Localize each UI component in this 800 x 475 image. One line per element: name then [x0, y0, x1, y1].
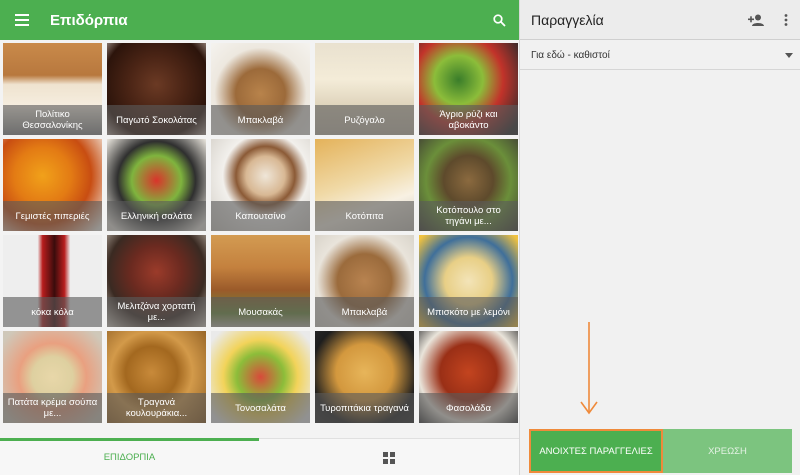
- product-tile[interactable]: Πατάτα κρέμα σούπα με...: [3, 331, 102, 423]
- product-label: Μπακλαβά: [315, 297, 414, 327]
- search-button[interactable]: [479, 0, 519, 40]
- product-label: Μπακλαβά: [211, 105, 310, 135]
- open-orders-button[interactable]: ΑΝΟΙΧΤΕΣ ΠΑΡΑΓΓΕΛΙΕΣ: [529, 429, 663, 473]
- order-type-value: Για εδώ - καθιστοί: [531, 50, 610, 61]
- product-label: Μελιτζάνα χορτατή με...: [107, 297, 206, 327]
- search-icon: [492, 13, 506, 27]
- order-type-select[interactable]: Για εδώ - καθιστοί: [520, 42, 800, 70]
- product-tile[interactable]: Άγριο ρύζι και αβοκάντο: [419, 43, 518, 135]
- product-label: Μουσακάς: [211, 297, 310, 327]
- product-label: Τυροπιτάκια τραγανά: [315, 393, 414, 423]
- menu-button[interactable]: [0, 0, 44, 40]
- product-label: Κοτόπιτα: [315, 201, 414, 231]
- add-customer-button[interactable]: [741, 0, 771, 40]
- product-tile[interactable]: κόκα κόλα: [3, 235, 102, 327]
- more-options-button[interactable]: [771, 0, 800, 40]
- product-label: Ρυζόγαλο: [315, 105, 414, 135]
- product-tile[interactable]: Ελληνική σαλάτα: [107, 139, 206, 231]
- charge-button[interactable]: ΧΡΕΩΣΗ: [663, 429, 792, 473]
- add-person-icon: [748, 14, 764, 26]
- category-title: Επιδόρπια: [50, 11, 128, 29]
- app-bar: Επιδόρπια: [0, 0, 519, 40]
- product-tile[interactable]: Μπακλαβά: [211, 43, 310, 135]
- product-label: Κοτόπουλο στο τηγάνι με...: [419, 201, 518, 231]
- order-pane: Παραγγελία Για εδώ - καθιστοί ΑΝΟΙΧΤΕΣ Π…: [519, 0, 800, 475]
- product-tile[interactable]: Ρυζόγαλο: [315, 43, 414, 135]
- bottom-navigation: ΕΠΙΔΟΡΠΙΑ: [0, 438, 519, 475]
- product-label: Τονοσαλάτα: [211, 393, 310, 423]
- product-tile[interactable]: Καπουτσίνο: [211, 139, 310, 231]
- product-label: Γεμιστές πιπεριές: [3, 201, 102, 231]
- products-pane: Επιδόρπια Πολίτικο Θεσσαλονίκης Παγωτό Σο…: [0, 0, 519, 475]
- product-tile[interactable]: Κοτόπιτα: [315, 139, 414, 231]
- product-tile[interactable]: Μπακλαβά: [315, 235, 414, 327]
- product-label: Τραγανά κουλουράκια...: [107, 393, 206, 423]
- product-tile[interactable]: Πολίτικο Θεσσαλονίκης: [3, 43, 102, 135]
- product-label: Φασολάδα: [419, 393, 518, 423]
- product-label: Καπουτσίνο: [211, 201, 310, 231]
- order-title: Παραγγελία: [531, 11, 604, 28]
- product-label: Παγωτό Σοκολάτας: [107, 105, 206, 135]
- product-label: Ελληνική σαλάτα: [107, 201, 206, 231]
- more-vert-icon: [784, 13, 788, 26]
- product-tile[interactable]: Μουσακάς: [211, 235, 310, 327]
- dropdown-caret-icon: [785, 53, 793, 58]
- menu-icon: [15, 14, 29, 26]
- product-label: Μπισκότο με λεμόνι: [419, 297, 518, 327]
- product-label: Άγριο ρύζι και αβοκάντο: [419, 105, 518, 135]
- product-label: Πολίτικο Θεσσαλονίκης: [3, 105, 102, 135]
- grid-view-icon: [382, 451, 395, 464]
- tab-grid-view[interactable]: [259, 439, 518, 475]
- product-tile[interactable]: Γεμιστές πιπεριές: [3, 139, 102, 231]
- product-tile[interactable]: Μελιτζάνα χορτατή με...: [107, 235, 206, 327]
- product-tile[interactable]: Παγωτό Σοκολάτας: [107, 43, 206, 135]
- tab-desserts-label: ΕΠΙΔΟΡΠΙΑ: [103, 452, 156, 463]
- product-tile[interactable]: Τυροπιτάκια τραγανά: [315, 331, 414, 423]
- product-tile[interactable]: Φασολάδα: [419, 331, 518, 423]
- tab-desserts[interactable]: ΕΠΙΔΟΡΠΙΑ: [0, 438, 259, 475]
- product-tile[interactable]: Μπισκότο με λεμόνι: [419, 235, 518, 327]
- order-header: Παραγγελία: [520, 0, 800, 40]
- product-label: Πατάτα κρέμα σούπα με...: [3, 393, 102, 423]
- product-label: κόκα κόλα: [3, 297, 102, 327]
- product-tile[interactable]: Τονοσαλάτα: [211, 331, 310, 423]
- product-tile[interactable]: Κοτόπουλο στο τηγάνι με...: [419, 139, 518, 231]
- product-tile[interactable]: Τραγανά κουλουράκια...: [107, 331, 206, 423]
- product-grid: Πολίτικο Θεσσαλονίκης Παγωτό Σοκολάτας Μπα…: [3, 43, 518, 423]
- arrow-down-annotation: [580, 322, 598, 415]
- order-actions: ΑΝΟΙΧΤΕΣ ΠΑΡΑΓΓΕΛΙΕΣ ΧΡΕΩΣΗ: [529, 429, 792, 473]
